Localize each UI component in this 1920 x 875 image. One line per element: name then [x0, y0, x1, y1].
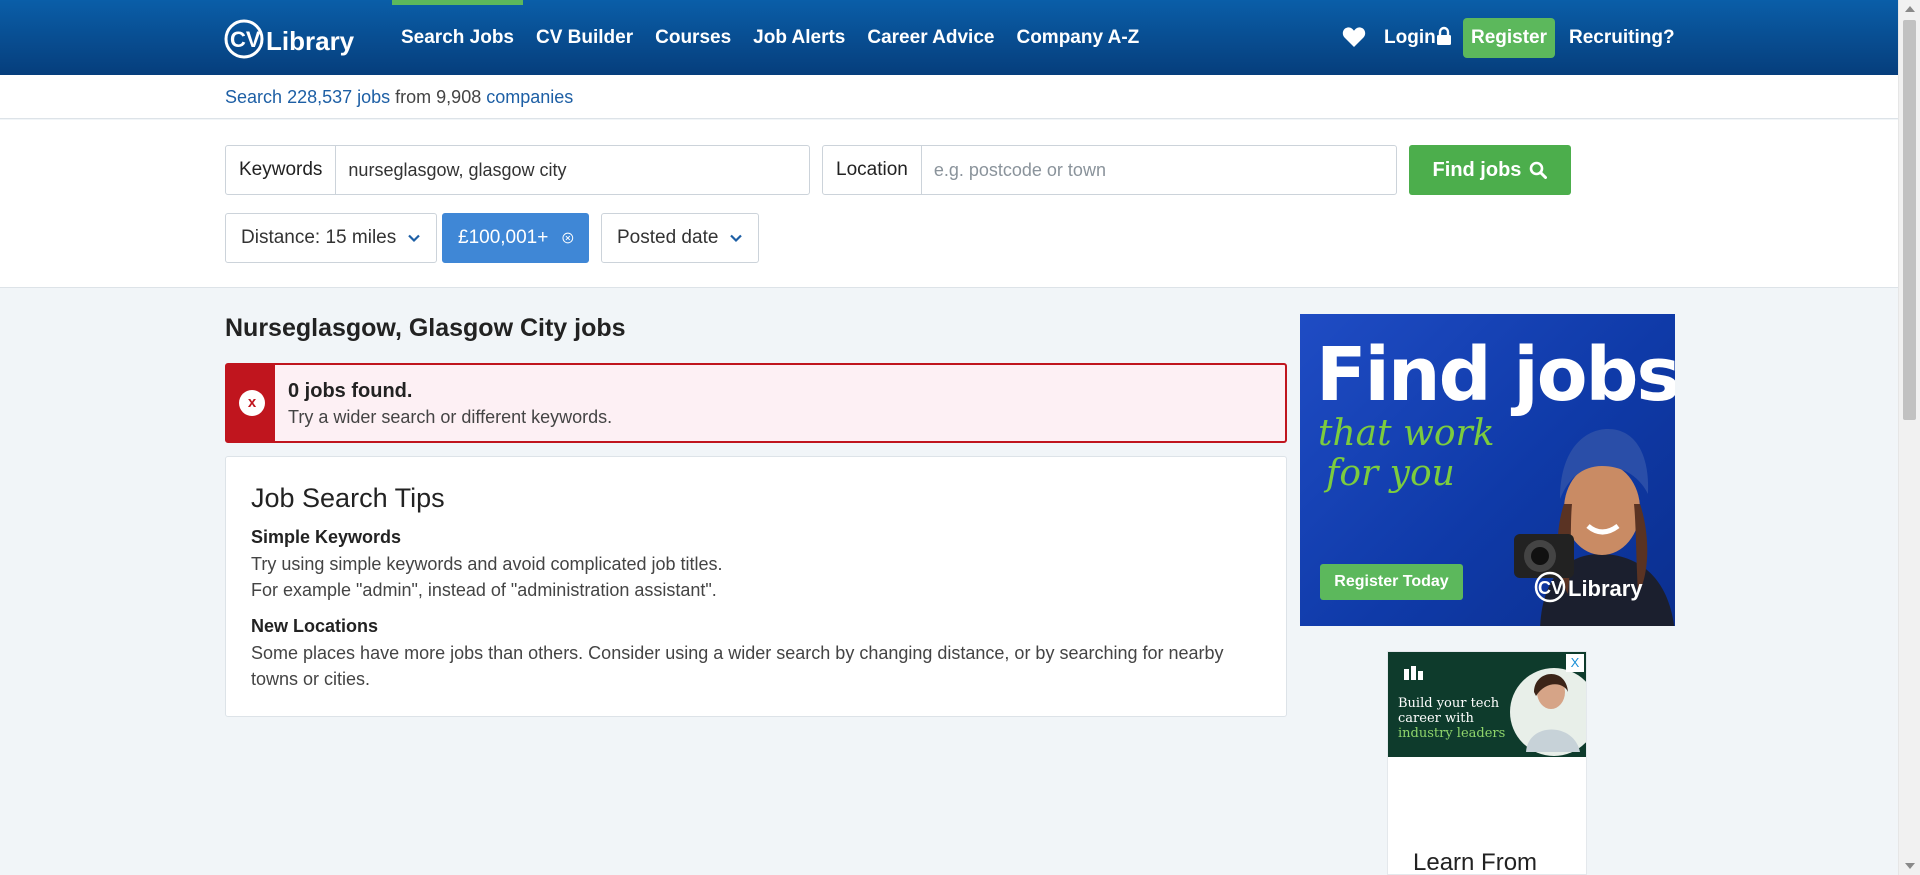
error-icon: x [239, 390, 265, 416]
posted-date-filter-label: Posted date [617, 227, 719, 248]
jobs-count-link[interactable]: 228,537 jobs [287, 87, 390, 107]
alert-title: 0 jobs found. [288, 380, 413, 402]
clear-filter-icon[interactable] [562, 229, 574, 247]
tips-heading: Job Search Tips [251, 483, 445, 513]
salary-filter[interactable]: £100,001+ [442, 213, 589, 263]
login-link[interactable]: Login [1384, 0, 1436, 75]
svg-text:CV: CV [1538, 578, 1563, 598]
posted-date-filter[interactable]: Posted date [601, 213, 760, 263]
location-input[interactable] [921, 146, 1396, 194]
location-label: Location [823, 146, 922, 194]
register-button[interactable]: Register [1463, 18, 1555, 58]
register-today-button[interactable]: Register Today [1320, 564, 1463, 600]
ad-text-line: career with [1398, 711, 1474, 726]
cv-library-logo-icon: CV Library [224, 19, 355, 59]
location-field: Location [822, 145, 1397, 195]
chevron-down-icon [408, 234, 421, 243]
distance-filter-label: Distance: 15 miles [241, 227, 397, 248]
nav-company-a-z[interactable]: Company A-Z [1005, 0, 1150, 75]
nav-courses[interactable]: Courses [644, 0, 742, 75]
lock-icon [1437, 26, 1451, 45]
nav-career-advice[interactable]: Career Advice [856, 0, 1005, 75]
companies-link[interactable]: companies [486, 87, 573, 107]
page-scrollbar[interactable] [1898, 0, 1920, 875]
alert-side-bar: x [227, 365, 275, 441]
keywords-field: Keywords [225, 145, 810, 195]
ad-bottom-text: Learn From [1413, 849, 1538, 875]
page-title: Nurseglasgow, Glasgow City jobs [225, 314, 626, 342]
ad-subheadline-line: for you [1326, 453, 1455, 494]
heart-icon[interactable] [1342, 26, 1366, 48]
search-section: Keywords Location Find jobs Distance: 15… [0, 120, 1898, 288]
distance-filter[interactable]: Distance: 15 miles [225, 213, 438, 263]
nav-job-alerts[interactable]: Job Alerts [742, 0, 856, 75]
search-icon [1530, 161, 1548, 179]
scrollbar-thumb[interactable] [1903, 20, 1916, 420]
companies-count-text: from 9,908 [395, 87, 482, 107]
main-nav: Search Jobs CV Builder Courses Job Alert… [390, 0, 1150, 75]
tip-title: New Locations [251, 616, 379, 636]
job-stats: Search 228,537 jobs from 9,908 companies [225, 87, 573, 108]
chevron-down-icon [730, 234, 743, 243]
search-link[interactable]: Search [225, 87, 282, 107]
find-jobs-ad[interactable]: Find jobs that work for you Register Tod… [1300, 314, 1675, 626]
salary-filter-label: £100,001+ [458, 227, 549, 248]
svg-text:CV: CV [230, 27, 261, 52]
job-search-tips: Job Search Tips Simple Keywords Try usin… [225, 456, 1287, 717]
scroll-down-arrow-icon[interactable] [1905, 863, 1915, 869]
tip-title: Simple Keywords [251, 527, 402, 547]
ad-close-button[interactable]: X [1566, 654, 1584, 672]
top-navigation-bar: CV Library Search Jobs CV Builder Course… [0, 0, 1898, 75]
ad-text: Build your tech career with industry lea… [1398, 696, 1505, 741]
ad-subheadline-line: that work [1318, 413, 1495, 454]
ad-subheadline: that work for you [1318, 414, 1495, 494]
find-jobs-label: Find jobs [1432, 158, 1522, 181]
recruiting-link[interactable]: Recruiting? [1569, 0, 1675, 75]
brand-mark-icon [1404, 666, 1423, 680]
ad-text-line: industry leaders [1398, 726, 1506, 741]
cv-library-ad-logo: CV Library [1534, 571, 1643, 603]
stats-bar: Search 228,537 jobs from 9,908 companies [0, 75, 1898, 119]
tech-career-ad[interactable]: Build your tech career with industry lea… [1387, 651, 1587, 875]
no-results-alert: x 0 jobs found. Try a wider search or di… [225, 363, 1287, 443]
ad-banner: Build your tech career with industry lea… [1388, 652, 1586, 757]
tip-text: For example "admin", instead of "adminis… [251, 580, 717, 600]
nav-search-jobs[interactable]: Search Jobs [390, 0, 525, 75]
svg-text:Library: Library [1568, 576, 1643, 601]
cv-library-logo[interactable]: CV Library [222, 12, 362, 62]
keywords-input[interactable] [336, 146, 809, 194]
svg-text:Library: Library [266, 26, 355, 56]
tip-text: Try using simple keywords and avoid comp… [251, 554, 723, 574]
scroll-up-arrow-icon[interactable] [1905, 6, 1915, 12]
tip-text: Some places have more jobs than others. … [251, 643, 1224, 689]
nav-cv-builder[interactable]: CV Builder [525, 0, 644, 75]
alert-message: Try a wider search or different keywords… [288, 407, 613, 427]
ad-text-line: Build your tech [1398, 696, 1500, 711]
keywords-label: Keywords [226, 146, 337, 194]
find-jobs-button[interactable]: Find jobs [1409, 145, 1571, 195]
